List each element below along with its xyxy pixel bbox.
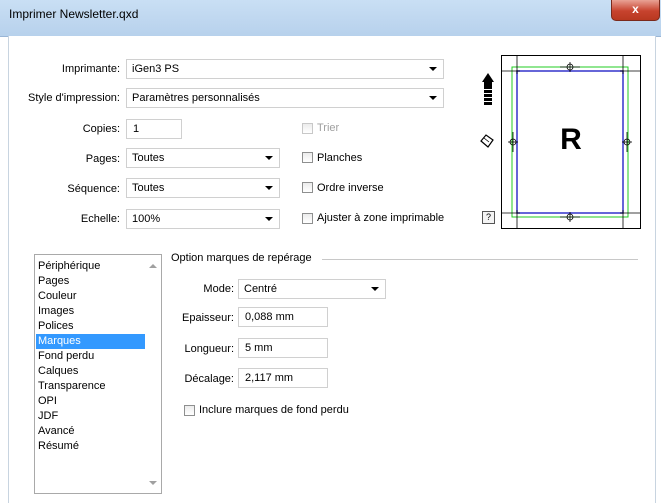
page-preview: R — [501, 55, 641, 229]
scale-label: Echelle: — [80, 213, 120, 225]
print-style-select[interactable]: Paramètres personnalisés — [126, 88, 444, 108]
pane-list[interactable]: Périphérique Pages Couleur Images Police… — [34, 254, 162, 494]
reverse-order-checkbox[interactable] — [302, 182, 313, 193]
sequence-label: Séquence: — [67, 183, 120, 195]
chevron-down-icon — [265, 217, 273, 221]
list-item-transparency[interactable]: Transparence — [36, 379, 148, 394]
copies-input[interactable]: 1 — [126, 119, 182, 139]
list-item-marks[interactable]: Marques — [36, 334, 148, 349]
chevron-down-icon — [265, 156, 273, 160]
include-bleed-marks-label: Inclure marques de fond perdu — [199, 404, 349, 416]
help-button[interactable]: ? — [482, 211, 495, 224]
offset-input[interactable]: 2,117 mm — [238, 368, 328, 388]
printer-select[interactable]: iGen3 PS — [126, 59, 444, 79]
sequence-select[interactable]: Toutes — [126, 178, 280, 198]
section-divider — [322, 259, 638, 260]
scale-value: 100% — [132, 213, 161, 225]
mode-label: Mode: — [203, 283, 234, 295]
collate-checkbox[interactable] — [302, 123, 313, 134]
list-item-jdf[interactable]: JDF — [36, 409, 148, 424]
list-scrollbar[interactable] — [145, 255, 161, 493]
section-title: Option marques de repérage — [171, 252, 312, 264]
scroll-down-icon[interactable] — [149, 481, 157, 485]
list-item-layers[interactable]: Calques — [36, 364, 148, 379]
list-item-bleed[interactable]: Fond perdu — [36, 349, 148, 364]
list-item-pages[interactable]: Pages — [36, 274, 148, 289]
chevron-down-icon — [371, 287, 379, 291]
list-item-advanced[interactable]: Avancé — [36, 424, 148, 439]
offset-label: Décalage: — [184, 373, 234, 385]
mode-select[interactable]: Centré — [238, 279, 386, 299]
pages-select[interactable]: Toutes — [126, 148, 280, 168]
print-style-value: Paramètres personnalisés — [132, 92, 260, 104]
sequence-value: Toutes — [132, 182, 165, 194]
pages-value: Toutes — [132, 152, 165, 164]
spreads-label: Planches — [317, 152, 363, 164]
copies-label: Copies: — [82, 123, 120, 135]
preview-letter: R — [560, 123, 582, 156]
printer-value: iGen3 PS — [132, 63, 180, 75]
collate-label: Trier — [317, 122, 340, 134]
length-label: Longueur: — [184, 343, 234, 355]
thickness-label: Epaisseur: — [182, 312, 234, 324]
list-item-fonts[interactable]: Polices — [36, 319, 148, 334]
pages-label: Pages: — [85, 153, 120, 165]
scale-select[interactable]: 100% — [126, 209, 280, 229]
scroll-up-icon[interactable] — [149, 264, 157, 268]
mode-value: Centré — [244, 283, 278, 295]
spreads-checkbox[interactable] — [302, 152, 313, 163]
list-item-color[interactable]: Couleur — [36, 289, 148, 304]
list-item-peripheral[interactable]: Périphérique — [36, 259, 148, 274]
print-style-label: Style d'impression: — [28, 92, 120, 104]
chevron-down-icon — [265, 186, 273, 190]
feed-direction-arrow-icon — [481, 72, 495, 116]
fit-printable-area-checkbox[interactable] — [302, 213, 313, 224]
hand-icon[interactable] — [478, 131, 496, 149]
thickness-input[interactable]: 0,088 mm — [238, 307, 328, 327]
length-input[interactable]: 5 mm — [238, 338, 328, 358]
close-button[interactable]: x — [611, 0, 660, 21]
title-bar[interactable]: Imprimer Newsletter.qxd x — [0, 0, 661, 37]
list-item-opi[interactable]: OPI — [36, 394, 148, 409]
printer-label: Imprimante: — [61, 63, 120, 75]
reverse-order-label: Ordre inverse — [317, 182, 384, 194]
chevron-down-icon — [429, 67, 437, 71]
fit-printable-area-label: Ajuster à zone imprimable — [317, 212, 445, 224]
list-item-images[interactable]: Images — [36, 304, 148, 319]
window-title: Imprimer Newsletter.qxd — [9, 7, 139, 21]
include-bleed-marks-checkbox[interactable] — [184, 405, 195, 416]
list-item-summary[interactable]: Résumé — [36, 439, 148, 454]
chevron-down-icon — [429, 96, 437, 100]
